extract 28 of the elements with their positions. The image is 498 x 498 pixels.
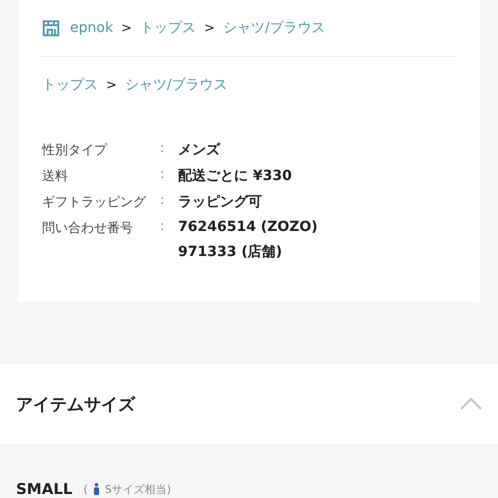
detail-value: ラッピング可 [178,193,262,211]
item-size-header[interactable]: アイテムサイズ [0,364,498,444]
detail-value: メンズ [178,141,220,159]
person-icon [92,483,100,495]
breadcrumb-separator: > [106,78,117,92]
shop-icon [42,19,60,37]
detail-colon: : [160,167,166,184]
detail-colon: : [160,141,166,158]
detail-label: 問い合わせ番号 [42,220,134,238]
detail-label: 性別タイプ [42,142,108,159]
breadcrumb-separator: > [204,20,215,36]
size-name: SMALL [16,480,72,498]
breadcrumb-link[interactable]: シャツ/ブラウス [124,76,228,94]
breadcrumb-separator: > [121,20,132,36]
detail-value: 971333 (店舗) [178,243,284,261]
detail-value: 76246514 (ZOZO) [178,219,318,235]
breadcrumb-link[interactable]: シャツ/ブラウス [222,19,326,37]
breadcrumb-link[interactable]: トップス [42,76,98,94]
section-title: アイテムサイズ [16,394,135,416]
size-open-paren: ( [83,482,88,496]
size-note: Sサイズ相当) [104,482,172,496]
detail-label: ギフトラッピング [42,194,148,211]
detail-label: 送料 [42,168,69,185]
detail-colon: : [160,193,166,210]
detail-value: 配送ごとに ¥330 [178,167,292,185]
breadcrumb-link[interactable]: epnok [70,20,114,36]
breadcrumb-link[interactable]: トップス [140,19,196,37]
detail-colon: : [160,219,166,236]
